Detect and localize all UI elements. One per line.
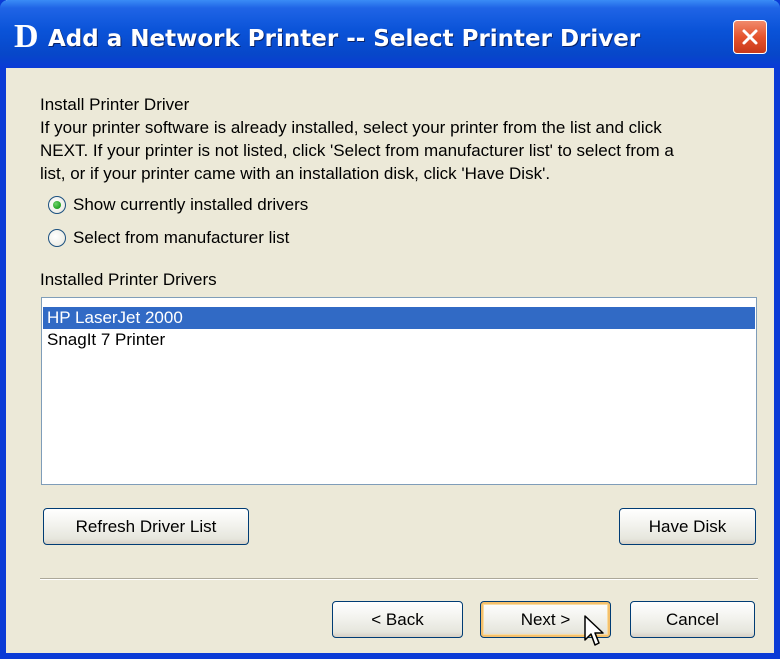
radio-show-installed-drivers[interactable]: Show currently installed drivers [48, 193, 308, 217]
close-x-icon [742, 29, 758, 45]
radio-button[interactable] [48, 229, 66, 247]
radio-button-checked[interactable] [48, 196, 66, 214]
have-disk-button[interactable]: Have Disk [619, 508, 756, 545]
window-title: Add a Network Printer -- Select Printer … [48, 26, 641, 52]
mouse-pointer-icon [584, 615, 604, 646]
instructions-line: NEXT. If your printer is not listed, cli… [40, 141, 674, 160]
radio-label: Show currently installed drivers [73, 195, 309, 214]
drivers-list-label: Installed Printer Drivers [40, 270, 217, 289]
instructions-line: If your printer software is already inst… [40, 118, 662, 137]
title-bar[interactable]: D Add a Network Printer -- Select Printe… [0, 0, 780, 68]
radio-label: Select from manufacturer list [73, 228, 290, 247]
instructions-heading: Install Printer Driver [40, 95, 190, 114]
app-logo: D [14, 18, 39, 55]
instructions-line: list, or if your printer came with an in… [40, 164, 551, 183]
separator [40, 578, 758, 580]
installed-drivers-list[interactable]: HP LaserJet 2000 SnagIt 7 Printer [41, 297, 757, 485]
list-item[interactable]: HP LaserJet 2000 [43, 307, 755, 329]
close-button[interactable] [733, 20, 767, 54]
refresh-driver-list-button[interactable]: Refresh Driver List [43, 508, 249, 545]
list-item[interactable]: SnagIt 7 Printer [43, 329, 755, 351]
radio-select-manufacturer-list[interactable]: Select from manufacturer list [48, 226, 289, 250]
back-button[interactable]: < Back [332, 601, 463, 638]
add-printer-dialog: D Add a Network Printer -- Select Printe… [0, 0, 780, 659]
cancel-button[interactable]: Cancel [630, 601, 755, 638]
